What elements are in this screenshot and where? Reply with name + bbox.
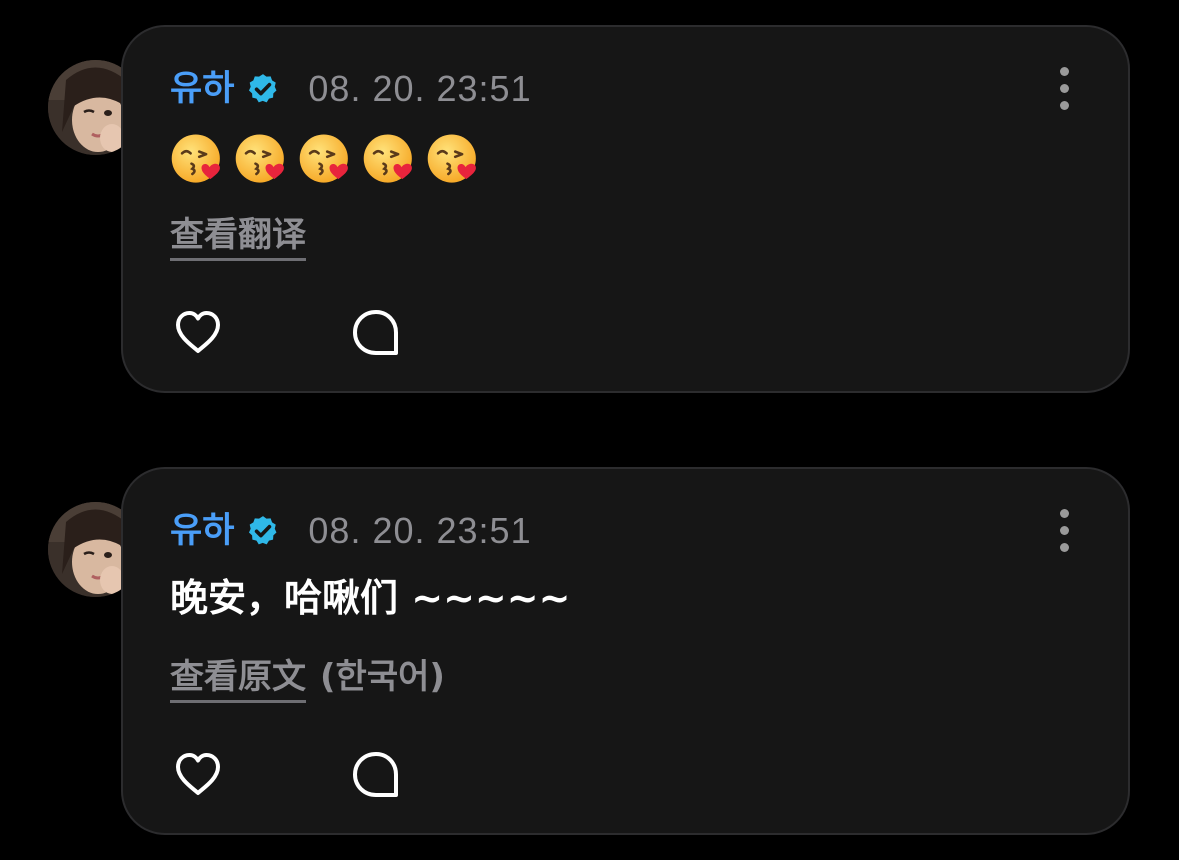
verified-badge-icon bbox=[246, 514, 280, 548]
post-body: 유하 08. 20. 23:51 晚安，哈啾们 ~~~~~ 查看原文 (한국어) bbox=[121, 467, 1130, 835]
original-language-label: (한국어) bbox=[320, 657, 445, 697]
kissing-face-emoji-icon bbox=[234, 131, 289, 186]
post-header: 유하 08. 20. 23:51 bbox=[170, 65, 532, 113]
post-timestamp: 08. 20. 23:51 bbox=[308, 68, 532, 109]
heart-icon[interactable] bbox=[170, 305, 226, 361]
comment-icon[interactable] bbox=[348, 305, 404, 361]
translate-row: 查看翻译 bbox=[170, 207, 306, 261]
heart-icon[interactable] bbox=[170, 747, 226, 803]
kissing-face-emoji-icon bbox=[362, 131, 417, 186]
post-actions bbox=[170, 747, 404, 803]
kissing-face-emoji-icon bbox=[170, 131, 225, 186]
author-name[interactable]: 유하 bbox=[170, 513, 234, 549]
post-card: 유하 08. 20. 23:51 晚安，哈啾们 ~~~~~ 查看原文 (한국어) bbox=[0, 456, 1179, 836]
post-timestamp: 08. 20. 23:51 bbox=[308, 510, 532, 551]
kissing-face-emoji-icon bbox=[298, 131, 353, 186]
translate-row: 查看原文 (한국어) bbox=[170, 649, 445, 703]
see-original-link[interactable]: 查看原文 bbox=[170, 649, 306, 703]
see-translation-link[interactable]: 查看翻译 bbox=[170, 207, 306, 261]
more-vertical-icon[interactable] bbox=[1052, 509, 1076, 553]
comment-icon[interactable] bbox=[348, 747, 404, 803]
post-body: 유하 08. 20. 23:51 查看翻译 bbox=[121, 25, 1130, 393]
author-name[interactable]: 유하 bbox=[170, 71, 234, 107]
post-card: 유하 08. 20. 23:51 查看翻译 bbox=[0, 14, 1179, 394]
post-content: 晚安，哈啾们 ~~~~~ bbox=[170, 576, 571, 620]
verified-badge-icon bbox=[246, 72, 280, 106]
kissing-face-emoji-icon bbox=[426, 131, 481, 186]
post-header: 유하 08. 20. 23:51 bbox=[170, 507, 532, 555]
post-actions bbox=[170, 305, 404, 361]
more-vertical-icon[interactable] bbox=[1052, 67, 1076, 111]
post-content bbox=[170, 131, 490, 186]
